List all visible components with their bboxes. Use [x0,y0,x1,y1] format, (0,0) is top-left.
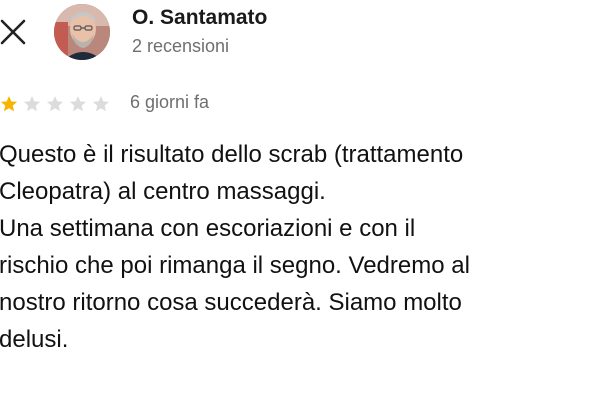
review-text-line: Una settimana con escoriazioni e con il [0,215,416,242]
review-date: 6 giorni fa [130,92,210,112]
star-empty-icon [92,96,110,112]
star-filled-icon [0,96,18,112]
avatar-image [54,4,110,60]
close-button[interactable] [0,18,28,46]
star-empty-icon [46,96,64,112]
close-icon [0,19,26,45]
review-text-line: delusi. [0,326,69,353]
star-rating [0,92,115,116]
author-name[interactable]: O. Santamato [132,6,267,30]
avatar[interactable] [54,4,110,60]
review-text-line: rischio che poi rimanga il segno. Vedrem… [0,252,470,279]
review-text: Questo è il risultato dello scrab (tratt… [0,136,599,358]
star-empty-icon [69,96,87,112]
review-text-line: Questo è il risultato dello scrab (tratt… [0,141,464,168]
review-text-line: Cleopatra) al centro massaggi. [0,178,326,205]
author-review-count[interactable]: 2 recensioni [132,36,229,57]
review-text-line: nostro ritorno cosa succederà. Siamo mol… [0,289,462,316]
star-empty-icon [23,96,41,112]
